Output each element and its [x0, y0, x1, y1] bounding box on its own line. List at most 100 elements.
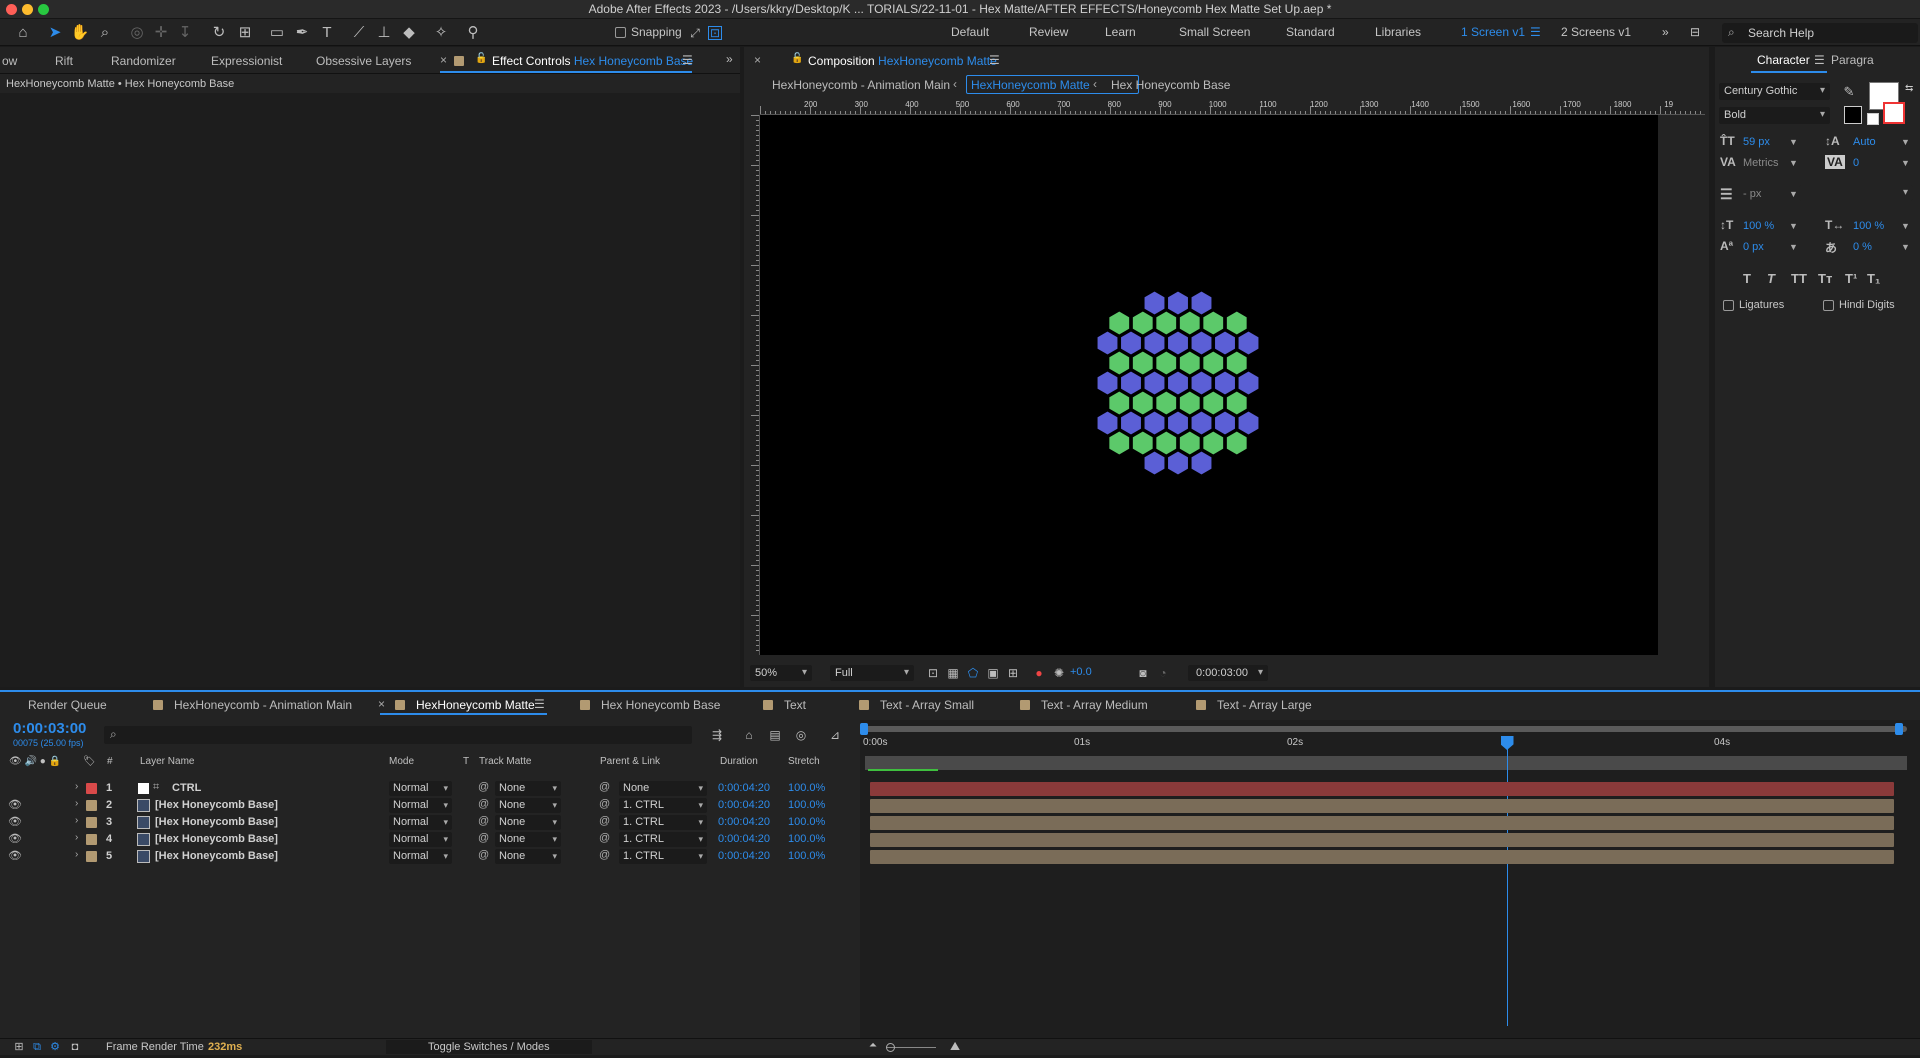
eye-icon[interactable]: 👁 — [8, 798, 22, 811]
tracking-value[interactable]: 0 — [1853, 157, 1859, 169]
default-colors-icon[interactable] — [1844, 106, 1862, 124]
layer-duration-bar[interactable] — [870, 799, 1894, 813]
label-color-swatch[interactable] — [86, 834, 97, 845]
layer-duration-bar[interactable] — [870, 782, 1894, 796]
subscript-button[interactable]: T₁ — [1867, 271, 1880, 286]
workspace-1-screen-v1[interactable]: 1 Screen v1 — [1461, 25, 1525, 39]
parent-pickwhip-icon[interactable]: @ — [599, 832, 610, 844]
workspace-small-screen[interactable]: Small Screen — [1179, 25, 1250, 39]
track-matte-pickwhip-icon[interactable]: @ — [478, 798, 489, 810]
work-area-navigator[interactable] — [865, 726, 1907, 732]
twirl-arrow-icon[interactable]: › — [75, 832, 78, 843]
stroke-color-swatch[interactable] — [1883, 102, 1905, 124]
track-matte-dropdown[interactable]: None — [495, 849, 561, 864]
parent-pickwhip-icon[interactable]: @ — [599, 798, 610, 810]
hand-icon[interactable]: ✋ — [69, 22, 91, 44]
show-snapshot-icon[interactable]: ◔ — [1152, 662, 1174, 684]
exposure-value[interactable]: +0.0 — [1070, 666, 1092, 678]
tab-expressionist[interactable]: Expressionist — [211, 54, 282, 68]
motion-blur-icon[interactable]: ◎ — [790, 724, 812, 746]
tab-effect-controls[interactable]: Effect Controls Hex Honeycomb Base — [492, 54, 693, 68]
track-matte-dropdown[interactable]: None — [495, 798, 561, 813]
hindi-digits-checkbox[interactable] — [1823, 300, 1834, 311]
twirl-arrow-icon[interactable]: › — [75, 815, 78, 826]
parent-pickwhip-icon[interactable]: @ — [599, 781, 610, 793]
flow-animation-main[interactable]: HexHoneycomb - Animation Main — [772, 78, 950, 92]
flow-honeycomb-matte[interactable]: HexHoneycomb Matte — [971, 78, 1090, 92]
track-matte-pickwhip-icon[interactable]: @ — [478, 832, 489, 844]
pan-icon[interactable]: ✛ — [150, 22, 172, 44]
tab-text[interactable]: Text — [784, 698, 806, 712]
viewer-timecode[interactable]: 0:00:03:00 — [1188, 665, 1268, 681]
tab-paragraph[interactable]: Paragra — [1831, 53, 1874, 67]
layer-name[interactable]: [Hex Honeycomb Base] — [155, 799, 278, 811]
puppet-pin-icon[interactable]: ⚲ — [462, 22, 484, 44]
parent-pickwhip-icon[interactable]: @ — [599, 849, 610, 861]
search-help-field[interactable]: ⌕ Search Help — [1722, 23, 1918, 43]
label-color-swatch[interactable] — [86, 783, 97, 794]
track-matte-dropdown[interactable]: None — [495, 832, 561, 847]
layer-stretch[interactable]: 100.0% — [788, 799, 825, 811]
blend-mode-dropdown[interactable]: Normal — [389, 798, 452, 813]
brush-icon[interactable]: ⟋ — [348, 22, 370, 44]
composition-canvas[interactable] — [760, 115, 1658, 655]
small-caps-button[interactable]: Tт — [1818, 271, 1832, 286]
tab-honeycomb-matte[interactable]: HexHoneycomb Matte — [416, 698, 535, 712]
workspace-default[interactable]: Default — [951, 25, 989, 39]
swap-colors-icon[interactable]: ⇆ — [1905, 83, 1913, 94]
more-workspaces-icon[interactable]: » — [1662, 25, 1669, 39]
twirl-arrow-icon[interactable]: › — [75, 781, 78, 792]
label-color-swatch[interactable] — [86, 851, 97, 862]
close-timeline-tab-icon[interactable]: × — [378, 697, 385, 711]
snap-options-icon[interactable]: ⤢ — [684, 22, 706, 44]
blend-mode-dropdown[interactable]: Normal — [389, 849, 452, 864]
layer-name[interactable]: [Hex Honeycomb Base] — [155, 850, 278, 862]
kerning-caret-icon[interactable]: ▼ — [1789, 158, 1798, 168]
ligatures-checkbox[interactable] — [1723, 300, 1734, 311]
layer-name[interactable]: [Hex Honeycomb Base] — [155, 816, 278, 828]
layer-duration-bar[interactable] — [870, 850, 1894, 864]
minimize-window-button[interactable] — [22, 4, 33, 15]
layer-duration[interactable]: 0:00:04:20 — [718, 816, 770, 828]
blend-mode-dropdown[interactable]: Normal — [389, 815, 452, 830]
stroke-width-caret-icon[interactable]: ▼ — [1789, 189, 1798, 199]
leading-value[interactable]: Auto — [1853, 136, 1876, 148]
navigator-end-handle[interactable] — [1895, 723, 1903, 735]
zoom-out-icon[interactable]: ⏶ — [862, 1035, 884, 1057]
clone-stamp-icon[interactable]: ⊥ — [373, 22, 395, 44]
roto-brush-icon[interactable]: ✧ — [430, 22, 452, 44]
orbit-icon[interactable]: ◎ — [126, 22, 148, 44]
superscript-button[interactable]: T¹ — [1845, 271, 1857, 286]
tsume-caret-icon[interactable]: ▼ — [1901, 242, 1910, 252]
close-comp-tab-icon[interactable]: × — [754, 53, 761, 67]
vertical-scale-caret-icon[interactable]: ▼ — [1789, 221, 1798, 231]
layer-stretch[interactable]: 100.0% — [788, 816, 825, 828]
blend-mode-dropdown[interactable]: Normal — [389, 832, 452, 847]
region-of-interest-icon[interactable]: ▣ — [982, 662, 1004, 684]
rectangle-icon[interactable]: ▭ — [266, 22, 288, 44]
baseline-shift-caret-icon[interactable]: ▼ — [1789, 242, 1798, 252]
tab-honeycomb-base[interactable]: Hex Honeycomb Base — [601, 698, 720, 712]
layer-row[interactable]: 👁 › 4 [Hex Honeycomb Base] Normal @ None @1. CT… — [0, 831, 860, 848]
font-size-caret-icon[interactable]: ▼ — [1789, 137, 1798, 147]
close-tab-icon[interactable]: × — [440, 53, 447, 67]
lock-icon[interactable]: 🔓 — [475, 53, 487, 64]
all-caps-button[interactable]: TT — [1791, 271, 1807, 286]
parent-dropdown[interactable]: None — [619, 781, 707, 796]
comp-panel-menu-icon[interactable]: ☰ — [989, 53, 1000, 67]
baseline-shift-value[interactable]: 0 px — [1743, 241, 1764, 253]
tab-randomizer[interactable]: Randomizer — [111, 54, 176, 68]
tracking-caret-icon[interactable]: ▼ — [1901, 158, 1910, 168]
track-matte-dropdown[interactable]: None — [495, 815, 561, 830]
layer-duration[interactable]: 0:00:04:20 — [718, 833, 770, 845]
tab-rift[interactable]: Rift — [55, 54, 73, 68]
selection-arrow-icon[interactable]: ➤ — [44, 22, 66, 44]
vertical-scale-value[interactable]: 100 % — [1743, 220, 1774, 232]
transparency-grid-icon[interactable]: ▦ — [942, 662, 964, 684]
layer-row[interactable]: › 1 ⌗ CTRL Normal @ None @ None 0:00:04:20 100.0% — [0, 780, 860, 797]
exposure-reset-icon[interactable]: ✺ — [1048, 662, 1070, 684]
snapshot-camera-icon[interactable]: ◙ — [1132, 662, 1154, 684]
layer-stretch[interactable]: 100.0% — [788, 850, 825, 862]
tab-ow[interactable]: ow — [2, 54, 17, 68]
channels-icon[interactable]: ● — [1028, 662, 1050, 684]
